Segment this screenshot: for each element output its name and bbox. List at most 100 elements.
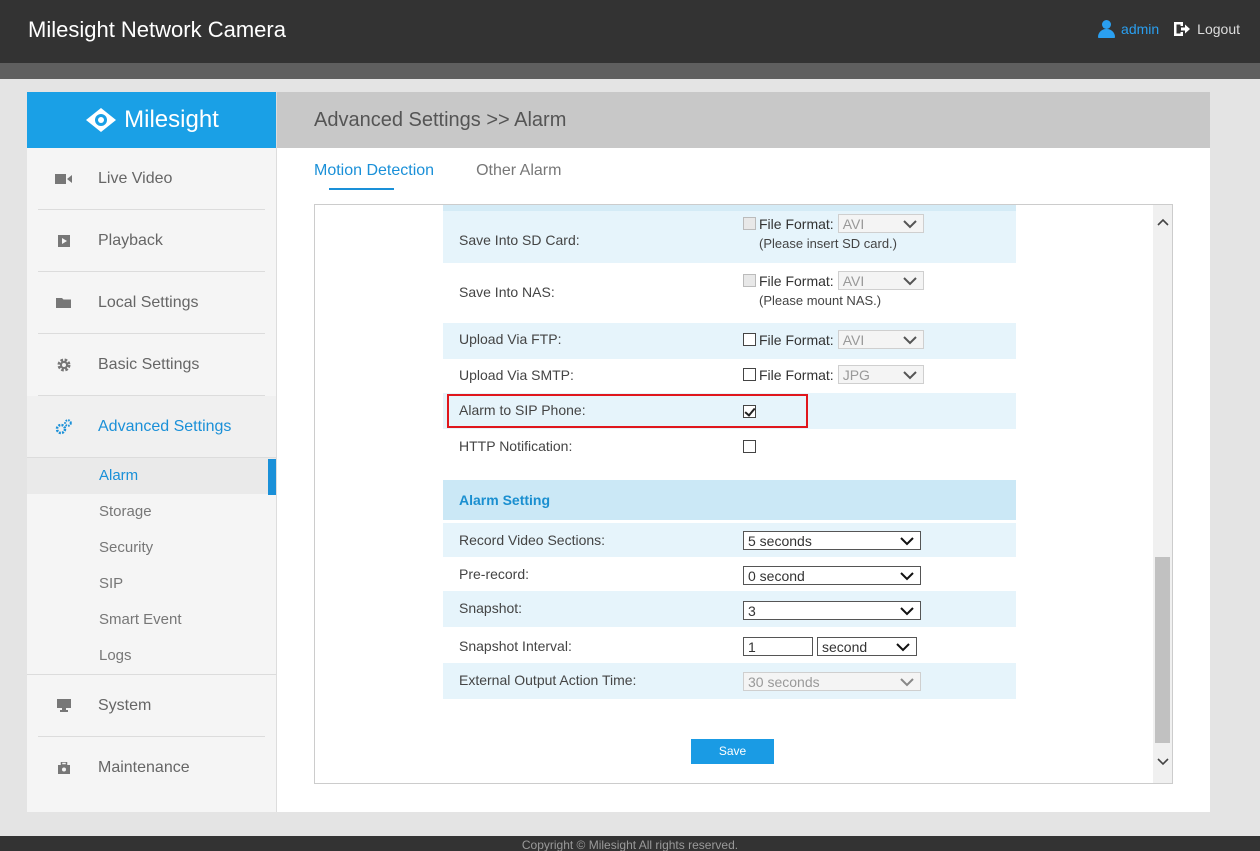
monitor-icon [55,699,73,712]
upload-ftp-control: File Format: AVI [743,330,924,349]
save-sd-checkbox[interactable] [743,217,756,230]
sidebar-item-basic-settings[interactable]: Basic Settings [38,334,265,396]
video-camera-icon [55,173,73,184]
snapshot-select[interactable]: 3 [743,601,921,620]
scroll-thumb[interactable] [1155,557,1170,743]
row-record-video-sections: Record Video Sections: [443,523,1016,557]
snapshot-interval-unit-select[interactable]: second [817,637,917,656]
top-bar: Milesight Network Camera admin Logout [0,0,1260,63]
sidebar-item-playback[interactable]: Playback [38,210,265,272]
row-upload-smtp: Upload Via SMTP: [443,359,1016,393]
scroll-up-arrow[interactable] [1153,213,1172,231]
chevron-down-icon [902,335,917,344]
snapshot-interval-input[interactable]: 1 [743,637,813,656]
save-button[interactable]: Save [691,739,774,764]
snapshot-interval-control: 1 second [743,637,917,656]
highlight-box [447,394,808,428]
scroll-down-arrow[interactable] [1153,753,1172,771]
sidebar-subitem-security[interactable]: Security [27,530,276,566]
row-http-notification: HTTP Notification: [443,429,1016,465]
sub-bar [0,63,1260,79]
sidebar-item-maintenance[interactable]: Maintenance [38,737,265,799]
sidebar-subitem-smart-event[interactable]: Smart Event [27,602,276,638]
brand-name: Milesight [124,106,219,133]
app-title: Milesight Network Camera [28,17,286,42]
sidebar-subitem-storage[interactable]: Storage [27,494,276,530]
scrollbar[interactable] [1153,205,1172,783]
breadcrumb: Advanced Settings >> Alarm [277,92,1210,148]
sidebar-item-live-video[interactable]: Live Video [38,148,265,210]
file-format-label: File Format: [759,331,834,348]
file-format-label: File Format: [759,215,834,232]
logout-link[interactable]: Logout [1197,21,1240,37]
sidebar-item-label: Maintenance [98,759,190,776]
chevron-up-icon [1156,218,1169,226]
brand-logo: Milesight [27,92,276,148]
tab-motion-detection[interactable]: Motion Detection [314,162,434,190]
app-frame: Milesight Live Video Playback Local Sett… [27,92,1210,812]
save-nas-checkbox[interactable] [743,274,756,287]
file-format-label: File Format: [759,272,834,289]
toolbox-icon [55,762,73,774]
row-external-output: External Output Action Time: [443,663,1016,699]
chevron-down-icon [900,606,914,615]
sidebar-item-advanced-settings[interactable]: Advanced Settings [27,396,276,458]
save-sd-control: File Format: AVI [743,214,924,233]
sidebar-subitem-logs[interactable]: Logs [27,638,276,674]
row-pre-record: Pre-record: [443,557,1016,591]
user-area: admin Logout [1097,20,1240,38]
record-sections-select[interactable]: 5 seconds [743,531,921,550]
chevron-down-icon [902,370,917,379]
pre-record-select[interactable]: 0 second [743,566,921,585]
gears-icon [55,418,73,435]
row-label: Upload Via FTP: [459,331,562,347]
save-nas-format-select[interactable]: AVI [837,271,924,290]
tab-other-alarm[interactable]: Other Alarm [476,162,561,185]
sidebar-subitem-sip[interactable]: SIP [27,566,276,602]
snapshot-control: 3 [743,601,921,620]
sidebar-item-label: Live Video [98,169,173,187]
sidebar-item-label: Basic Settings [98,355,200,373]
settings-scroll-panel: Save Into SD Card: File Format: AVI (Ple… [314,204,1173,784]
row-save-nas: Save Into NAS: [443,263,1016,323]
chevron-down-icon [900,571,914,580]
sidebar-item-system[interactable]: System [38,675,265,737]
sidebar-item-label: System [98,696,152,714]
tab-bar: Motion Detection Other Alarm [314,162,603,190]
row-snapshot: Snapshot: [443,591,1016,627]
row-label: Upload Via SMTP: [459,367,574,383]
milesight-logo-icon [86,108,117,132]
user-name-link[interactable]: admin [1121,21,1159,37]
sidebar-subitem-alarm[interactable]: Alarm [27,458,276,495]
file-format-label: File Format: [759,366,834,383]
chevron-down-icon [1156,758,1169,766]
sidebar: Milesight Live Video Playback Local Sett… [27,92,277,812]
row-label: HTTP Notification: [459,438,573,454]
chevron-down-icon [896,642,910,651]
folder-icon [55,297,73,309]
advanced-settings-submenu: Alarm Storage Security SIP Smart Event L… [27,458,276,675]
save-sd-format-select[interactable]: AVI [837,214,924,233]
upload-ftp-checkbox[interactable] [743,333,756,346]
sd-card-note: (Please insert SD card.) [759,236,897,251]
user-icon [1097,20,1116,38]
http-notification-checkbox[interactable] [743,440,756,453]
main-panel: Advanced Settings >> Alarm Motion Detect… [277,92,1210,812]
footer-copyright: Copyright © Milesight All rights reserve… [0,836,1260,851]
row-save-sd-card: Save Into SD Card: [443,211,1016,263]
upload-smtp-checkbox[interactable] [743,368,756,381]
row-label: Save Into NAS: [459,284,555,300]
play-icon [55,234,73,247]
row-upload-ftp: Upload Via FTP: [443,323,1016,359]
logout-icon[interactable] [1173,21,1191,37]
sidebar-item-label: Playback [98,231,163,249]
save-nas-control: File Format: AVI [743,271,924,290]
upload-smtp-format-select[interactable]: JPG [837,365,924,384]
gear-icon [55,358,73,372]
external-output-select[interactable]: 30 seconds [743,672,921,691]
upload-ftp-format-select[interactable]: AVI [837,330,924,349]
row-label: Record Video Sections: [459,532,606,548]
nas-note: (Please mount NAS.) [759,293,882,308]
chevron-down-icon [900,677,914,686]
sidebar-item-local-settings[interactable]: Local Settings [38,272,265,334]
